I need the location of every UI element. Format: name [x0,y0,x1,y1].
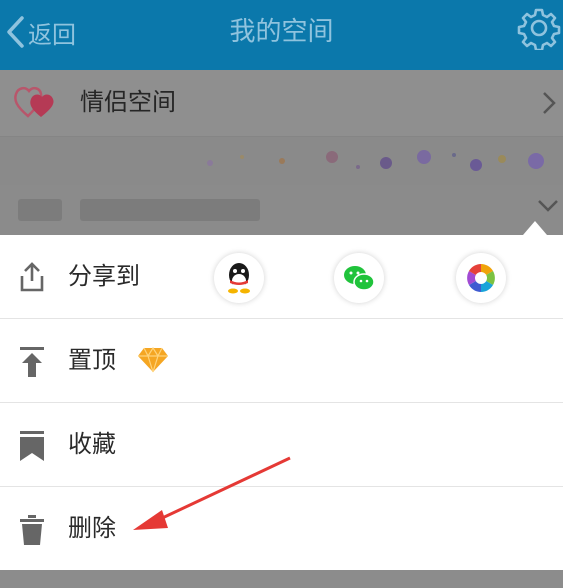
pin-top-icon [20,347,44,377]
share-wechat-button[interactable] [334,253,384,303]
action-sheet: 分享到 置顶 收藏 删除 [0,221,563,570]
pin-top-item[interactable]: 置顶 [0,319,563,403]
share-moments-button[interactable] [456,253,506,303]
trash-icon [20,515,44,545]
navbar: 返回 我的空间 [0,0,563,70]
chevron-down-icon[interactable] [537,199,559,213]
bookmark-icon [20,431,44,461]
wechat-icon [344,266,375,291]
feed-item [0,185,563,237]
blurred-avatar [18,199,62,221]
share-label: 分享到 [68,262,140,290]
qq-icon [228,263,250,294]
decoration-banner [0,137,563,185]
favorite-item[interactable]: 收藏 [0,403,563,487]
bottom-toolbar [0,570,563,588]
blurred-text [80,199,260,221]
share-qq-button[interactable] [214,253,264,303]
sheet-caret [523,221,547,235]
share-item: 分享到 [0,235,563,319]
favorite-label: 收藏 [68,430,116,458]
diamond-icon [138,346,168,373]
pin-top-label: 置顶 [68,346,116,374]
moments-icon [467,264,495,292]
delete-label: 删除 [68,514,116,542]
share-icon [20,262,44,292]
page-title: 我的空间 [229,17,334,47]
heart-icon [14,86,54,118]
flower-decoration [207,150,544,171]
couple-space-label: 情侣空间 [80,88,176,116]
gear-icon[interactable] [517,6,561,50]
couple-space-row[interactable]: 情侣空间 [0,70,563,137]
delete-item[interactable]: 删除 [0,487,563,570]
chevron-right-icon [543,92,556,114]
